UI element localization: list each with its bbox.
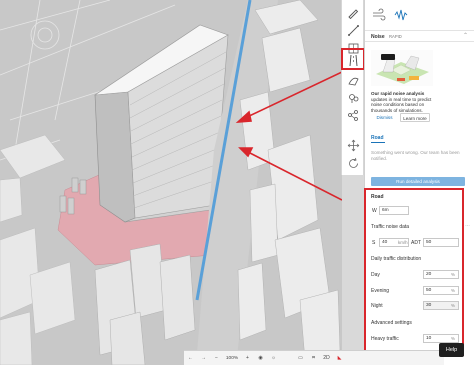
run-detailed-analysis-button[interactable]: Run detailed analysis: [371, 177, 465, 186]
3d-viewport[interactable]: [0, 0, 342, 365]
rotate-icon[interactable]: [345, 155, 362, 172]
error-message: Something went wrong. Our team has been …: [371, 150, 460, 161]
wind-icon[interactable]: [373, 8, 386, 21]
view-2d-icon[interactable]: 2D: [320, 352, 333, 365]
noise-badge: RAPID: [389, 34, 402, 39]
app-root: Noise RAPID ⌃ Our rapid noise analysis u…: [0, 0, 474, 365]
pencil-icon[interactable]: [345, 4, 362, 21]
learn-more-button[interactable]: Learn more: [400, 113, 430, 122]
rapid-noise-illustration: [371, 50, 433, 86]
annotation-box-road-tool: [341, 48, 365, 70]
bottom-toolbar: ← → − 100% + ◉ ☼ ▭ ⌗ 2D ◣: [184, 350, 444, 365]
measure-icon[interactable]: ⌗: [307, 352, 320, 365]
tab-road[interactable]: Road: [371, 135, 384, 141]
promo-text-body: updates in real time to predict noise co…: [371, 96, 432, 113]
arrow-left-icon[interactable]: ←: [184, 352, 197, 365]
promo-text: Our rapid noise analysis updates in real…: [371, 91, 433, 113]
annotation-box-road-form: [364, 188, 464, 356]
scene-svg: [0, 0, 342, 365]
zoom-in-icon[interactable]: +: [241, 352, 254, 365]
panel-header-icons: [371, 8, 431, 22]
noise-title: Noise: [371, 34, 385, 40]
diagonal-line-icon[interactable]: [345, 22, 362, 39]
zoom-level: 100%: [225, 355, 239, 361]
tool-strip: [341, 0, 364, 175]
compass-icon[interactable]: ◣: [333, 352, 346, 365]
move-icon[interactable]: [345, 137, 362, 154]
collapse-icon[interactable]: ⌃: [463, 33, 468, 39]
tab-road-underline: [371, 142, 385, 143]
help-button[interactable]: Help: [439, 343, 464, 357]
nodes-icon[interactable]: [345, 107, 362, 124]
noise-wave-icon[interactable]: [394, 9, 408, 21]
layers-icon[interactable]: ▭: [294, 352, 307, 365]
arrow-right-icon[interactable]: →: [197, 352, 210, 365]
dismiss-button[interactable]: Dismiss: [371, 113, 398, 122]
trees-icon[interactable]: [345, 90, 362, 107]
sun-icon[interactable]: ☼: [267, 352, 280, 365]
zone-icon[interactable]: [345, 72, 362, 89]
noise-header-row: Noise RAPID ⌃: [365, 30, 474, 42]
more-options-icon[interactable]: …: [465, 222, 470, 228]
camera-icon[interactable]: ◉: [254, 352, 267, 365]
zoom-out-icon[interactable]: −: [210, 352, 223, 365]
promo-text-bold: Our rapid noise analysis: [371, 91, 425, 96]
